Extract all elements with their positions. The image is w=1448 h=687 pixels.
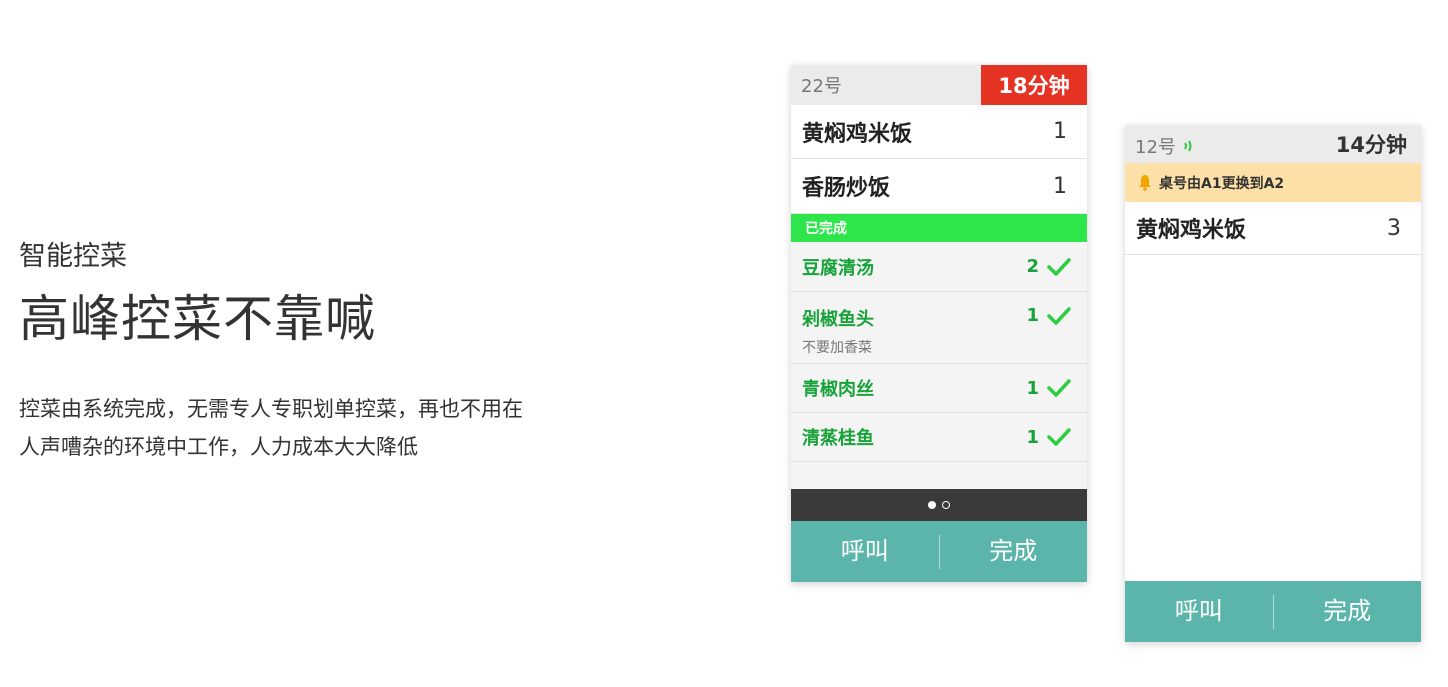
- order-item-qty: 1: [1053, 119, 1067, 144]
- order-item-name: 黄焖鸡米饭: [1136, 218, 1247, 243]
- completed-item[interactable]: 剁椒鱼头 不要加香菜 1: [791, 292, 1087, 364]
- order-number: 12号: [1135, 137, 1176, 158]
- kitchen-order-card-22: 22号 18分钟 黄焖鸡米饭 1 香肠炒饭 1 已完成 豆腐清汤 2 剁椒鱼头 …: [791, 65, 1087, 582]
- call-button[interactable]: 呼叫: [1125, 581, 1273, 642]
- page-dot[interactable]: [942, 501, 950, 509]
- completed-item-qty: 1: [1026, 305, 1039, 326]
- hero-description-line-2: 人声嘈杂的环境中工作，人力成本大大降低: [19, 435, 418, 459]
- order-item[interactable]: 黄焖鸡米饭 3: [1125, 202, 1421, 255]
- order-number-wrap: 12号: [1125, 129, 1196, 159]
- order-item-name: 黄焖鸡米饭: [802, 121, 913, 147]
- complete-button[interactable]: 完成: [940, 521, 1088, 582]
- order-header: 12号 14分钟: [1125, 125, 1421, 163]
- completed-item[interactable]: 清蒸桂鱼 1: [791, 413, 1087, 462]
- order-header: 22号 18分钟: [791, 65, 1087, 105]
- notice-text: 桌号由A1更换到A2: [1159, 175, 1285, 192]
- page-indicator: [791, 489, 1087, 521]
- action-bar: 呼叫 完成: [1125, 581, 1421, 642]
- call-button[interactable]: 呼叫: [791, 521, 939, 582]
- list-filler: [791, 462, 1087, 489]
- completed-item-name: 清蒸桂鱼: [802, 428, 874, 449]
- completed-item-name: 剁椒鱼头: [802, 309, 874, 330]
- order-item-name: 香肠炒饭: [802, 176, 891, 201]
- completed-item-qty: 2: [1026, 256, 1039, 277]
- page-dot-active[interactable]: [928, 501, 936, 509]
- order-item-qty: 3: [1387, 215, 1401, 241]
- order-number: 22号: [801, 76, 842, 97]
- completed-item-name: 青椒肉丝: [802, 379, 874, 400]
- hero-description-line-1: 控菜由系统完成，无需专人专职划单控菜，再也不用在: [19, 397, 523, 421]
- completed-item[interactable]: 青椒肉丝 1: [791, 364, 1087, 413]
- hero-section: 智能控菜 高峰控菜不靠喊 控菜由系统完成，无需专人专职划单控菜，再也不用在 人声…: [19, 238, 579, 466]
- table-change-notice: 桌号由A1更换到A2: [1125, 163, 1421, 202]
- check-icon: [1047, 379, 1071, 397]
- completed-section-label: 已完成: [791, 214, 1087, 242]
- check-icon: [1047, 257, 1071, 276]
- completed-item-note: 不要加香菜: [802, 340, 872, 356]
- order-item[interactable]: 黄焖鸡米饭 1: [791, 105, 1087, 159]
- completed-item-qty: 1: [1026, 377, 1039, 399]
- sound-wave-icon: [1184, 140, 1192, 152]
- order-timer: 14分钟: [1335, 133, 1407, 157]
- complete-button[interactable]: 完成: [1274, 581, 1422, 642]
- hero-eyebrow: 智能控菜: [19, 241, 127, 272]
- kitchen-order-card-12: 12号 14分钟 桌号由A1更换到A2 黄焖鸡米饭 3 呼叫 完成: [1125, 125, 1421, 642]
- order-item-qty: 1: [1053, 173, 1067, 199]
- check-icon: [1047, 428, 1071, 446]
- bell-icon: [1139, 175, 1151, 191]
- completed-item-name: 豆腐清汤: [802, 257, 874, 279]
- action-bar: 呼叫 完成: [791, 521, 1087, 582]
- completed-item-qty: 1: [1026, 426, 1039, 448]
- order-item[interactable]: 香肠炒饭 1: [791, 159, 1087, 214]
- order-timer: 18分钟: [981, 65, 1087, 105]
- check-icon: [1047, 306, 1071, 325]
- hero-description: 控菜由系统完成，无需专人专职划单控菜，再也不用在 人声嘈杂的环境中工作，人力成本…: [19, 390, 579, 466]
- completed-item[interactable]: 豆腐清汤 2: [791, 242, 1087, 292]
- hero-headline: 高峰控菜不靠喊: [19, 290, 376, 348]
